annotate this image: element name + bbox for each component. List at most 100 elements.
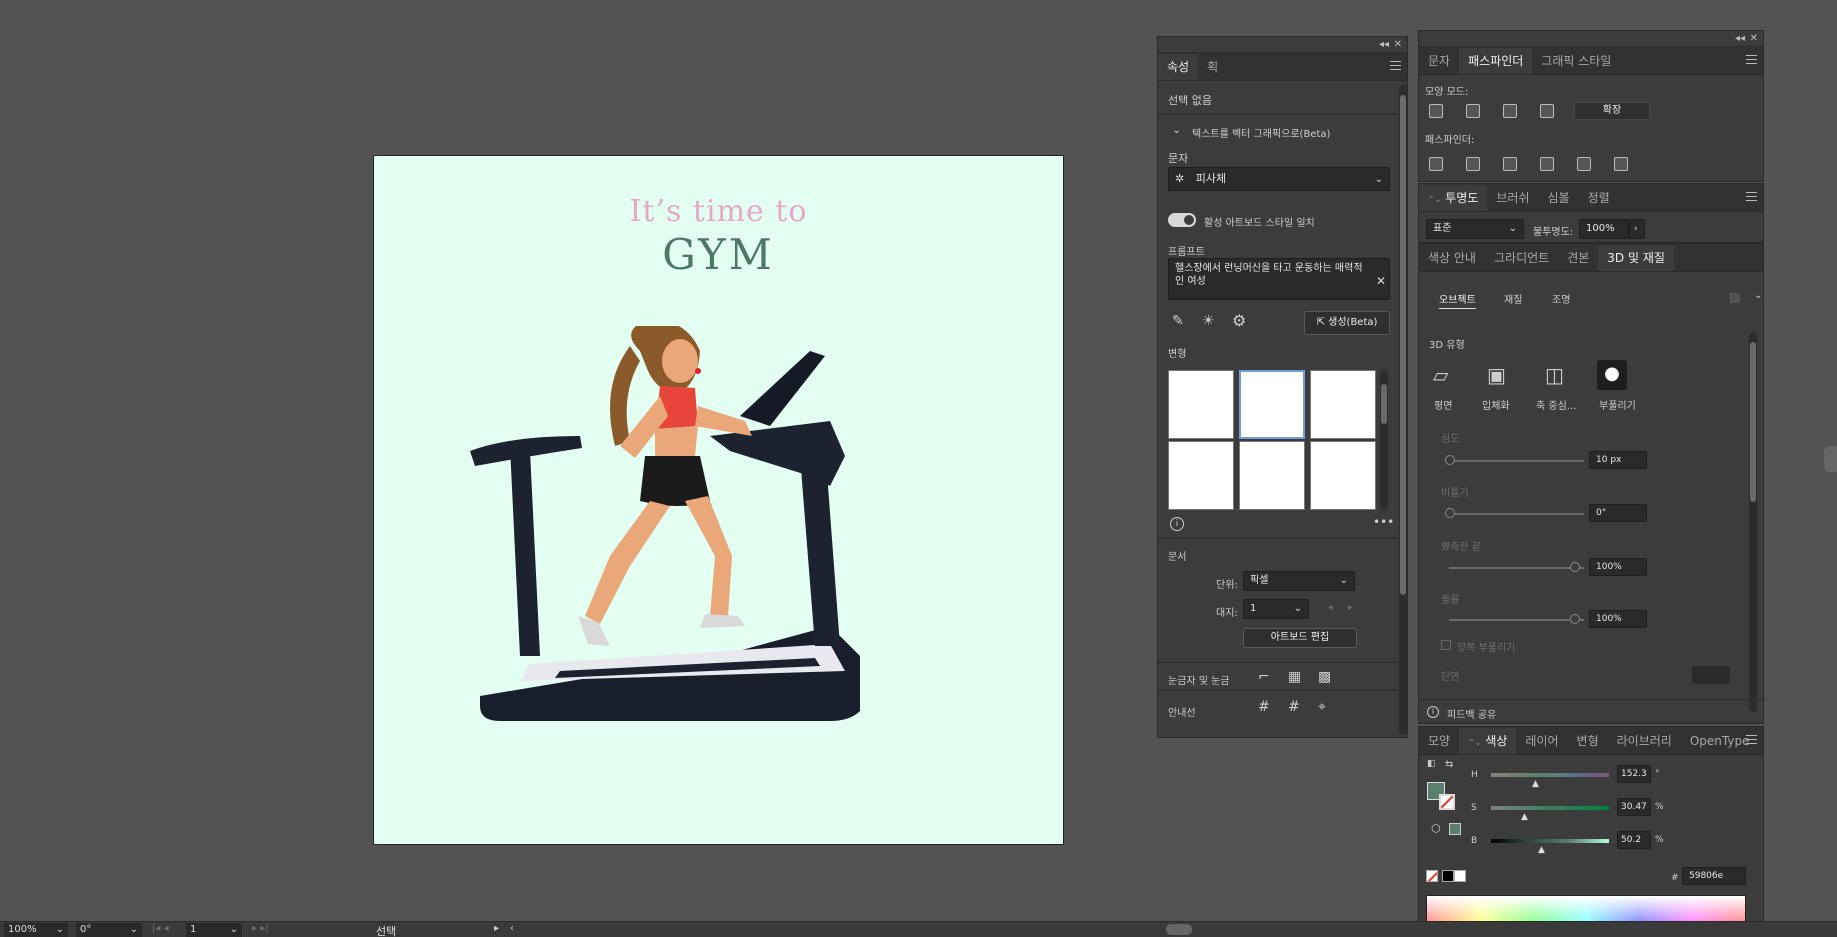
info-icon[interactable]: i (1170, 517, 1184, 531)
merge-icon[interactable] (1503, 157, 1517, 171)
tab-properties[interactable]: 속성 (1158, 54, 1199, 80)
h-slider[interactable] (1491, 773, 1609, 777)
tab-graphic-styles[interactable]: 그래픽 스타일 (1532, 48, 1620, 74)
tab-gradient[interactable]: 그라디언트 (1485, 245, 1558, 271)
volume-slider-knob[interactable] (1570, 614, 1580, 624)
minus-front-icon[interactable] (1466, 104, 1480, 118)
plane-icon[interactable]: ▱ (1433, 363, 1457, 387)
h-slider-thumb[interactable]: ▲ (1532, 779, 1539, 789)
crop-icon[interactable] (1540, 157, 1554, 171)
gear-icon[interactable]: ⚙ (1232, 311, 1246, 330)
b-slider[interactable] (1491, 839, 1609, 843)
snap-icon[interactable]: ⌖ (1318, 699, 1326, 715)
guides-icon[interactable]: # (1258, 699, 1270, 715)
last-artboard-icon[interactable]: ▸ ▸| (252, 923, 269, 934)
minus-back-icon[interactable] (1614, 157, 1628, 171)
variation-thumb-3[interactable] (1310, 370, 1376, 439)
twist-slider[interactable] (1449, 513, 1584, 515)
taper-input[interactable]: 100% (1589, 558, 1647, 576)
info-icon[interactable]: i (1427, 706, 1439, 718)
exclude-icon[interactable] (1540, 104, 1554, 118)
variation-thumb-6[interactable] (1310, 441, 1376, 510)
properties-scrollbar[interactable] (1399, 85, 1407, 735)
next-artboard-icon[interactable]: ▸ (1348, 603, 1353, 613)
depth-input[interactable]: 10 px (1589, 451, 1647, 469)
subject-dropdown[interactable]: ✲ 피사체 ⌄ (1168, 167, 1390, 191)
variation-thumb-5[interactable] (1239, 441, 1305, 510)
transparency-grid-icon[interactable]: ▩ (1318, 669, 1331, 685)
panel-menu-icon[interactable] (1746, 55, 1757, 64)
cube-icon[interactable]: ⬡ (1431, 822, 1441, 835)
artboard-nav-select[interactable]: 1 ⌄ (186, 923, 242, 937)
chevron-down-icon[interactable]: ⌄ (1172, 123, 1181, 136)
close-icon[interactable]: ✕ (1750, 33, 1758, 44)
s-input[interactable]: 30.47 (1617, 798, 1651, 816)
variation-thumb-4[interactable] (1168, 441, 1234, 510)
taper-slider-knob[interactable] (1570, 562, 1580, 572)
scroll-left-icon[interactable]: ‹ (510, 923, 514, 934)
depth-slider[interactable] (1449, 460, 1584, 462)
feedback-link[interactable]: 피드백 공유 (1447, 706, 1496, 721)
variations-scrollbar[interactable] (1380, 370, 1388, 510)
grid-icon[interactable]: ▦ (1288, 669, 1301, 685)
volume-input[interactable]: 100% (1589, 610, 1647, 628)
status-menu-icon[interactable]: ▸ (494, 923, 499, 934)
revolve-icon[interactable]: ◫ (1545, 363, 1564, 387)
expand-button[interactable]: 확장 (1574, 102, 1650, 120)
tab-3d-materials[interactable]: 3D 및 재질 (1598, 245, 1674, 271)
b-slider-thumb[interactable]: ▲ (1538, 845, 1545, 855)
panel-menu-icon[interactable] (1746, 735, 1757, 744)
tab-character[interactable]: 문자 (1419, 48, 1459, 74)
subtab-lighting[interactable]: 조명 (1552, 291, 1570, 306)
twist-input[interactable]: 0° (1589, 504, 1647, 522)
horizontal-scroll-thumb[interactable] (1166, 924, 1192, 935)
trim-icon[interactable] (1466, 157, 1480, 171)
twist-slider-knob[interactable] (1445, 508, 1455, 518)
tab-align[interactable]: 정렬 (1579, 185, 1619, 211)
more-icon[interactable]: ••• (1373, 515, 1394, 529)
variation-thumb-1[interactable] (1168, 370, 1234, 439)
outline-icon[interactable] (1577, 157, 1591, 171)
tab-libraries[interactable]: 라이브러리 (1608, 728, 1681, 754)
collapse-icon[interactable]: ◂◂ (1735, 33, 1745, 44)
rotate-select[interactable]: 0° ⌄ (76, 923, 142, 937)
clear-icon[interactable]: ✕ (1376, 274, 1386, 288)
tab-transform[interactable]: 변형 (1568, 728, 1608, 754)
volume-slider[interactable] (1449, 619, 1584, 621)
bevel-toggle[interactable] (1692, 666, 1730, 684)
opacity-input[interactable]: 100% (1579, 219, 1629, 239)
s-slider-thumb[interactable]: ▲ (1521, 812, 1528, 822)
tab-layers[interactable]: 레이어 (1516, 728, 1567, 754)
unite-icon[interactable] (1429, 104, 1443, 118)
default-colors-icon[interactable]: ◧ (1427, 759, 1436, 769)
stroke-swatch[interactable] (1439, 794, 1455, 810)
black-swatch[interactable] (1442, 870, 1454, 882)
h-input[interactable]: 152.3 (1617, 765, 1651, 783)
panel-menu-icon[interactable] (1746, 192, 1757, 201)
canvas-scroll-thumb[interactable] (1824, 446, 1837, 472)
hex-input[interactable]: 59806e (1682, 867, 1746, 885)
lightbulb-icon[interactable]: ☀ (1202, 313, 1215, 329)
render-icon[interactable]: ▨ (1729, 290, 1740, 304)
extrude-icon[interactable]: ▣ (1487, 363, 1506, 387)
first-artboard-icon[interactable]: |◂ ◂ (152, 923, 169, 934)
tab-swatches[interactable]: 견본 (1558, 245, 1598, 271)
prev-artboard-icon[interactable]: ◂ (1328, 603, 1333, 613)
section-text-to-vector[interactable]: 텍스트를 벡터 그래픽으로(Beta) (1192, 125, 1330, 140)
tab-pathfinder[interactable]: 패스파인더 (1459, 48, 1533, 74)
tab-stroke[interactable]: 획 (1198, 54, 1227, 80)
style-match-toggle[interactable] (1168, 213, 1196, 227)
edit-artboards-button[interactable]: 아트보드 편집 (1243, 628, 1357, 648)
variation-thumb-2[interactable] (1239, 370, 1305, 439)
tab-transparency[interactable]: ⌃⌄ 투명도 (1419, 185, 1488, 211)
blend-mode-dropdown[interactable]: 표준 ⌄ (1426, 219, 1524, 239)
zoom-select[interactable]: 100% ⌄ (4, 923, 68, 937)
tab-appearance[interactable]: 모양 (1419, 728, 1459, 754)
prompt-textarea[interactable]: 헬스장에서 런닝머신을 타고 운동하는 매력적인 여성 (1168, 258, 1390, 300)
tab-color[interactable]: ⌃⌄ 색상 (1459, 728, 1517, 754)
subtab-object[interactable]: 오브젝트 (1439, 291, 1476, 309)
artboard-select[interactable]: 1 ⌄ (1243, 599, 1309, 619)
tab-symbols[interactable]: 심볼 (1538, 185, 1578, 211)
3d-scrollbar[interactable] (1749, 332, 1757, 712)
both-sides-checkbox[interactable] (1441, 640, 1451, 650)
